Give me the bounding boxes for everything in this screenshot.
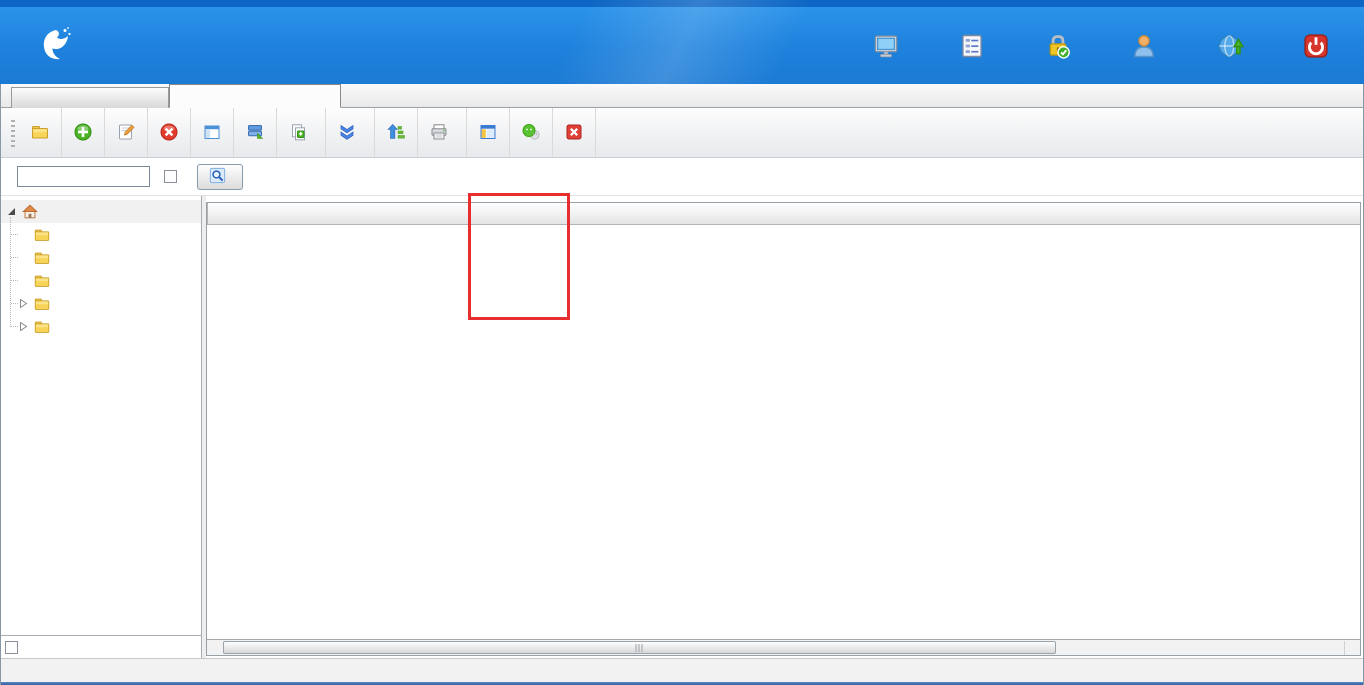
batch-icon (245, 122, 265, 142)
tree-node-4[interactable] (1, 315, 201, 338)
app-header (0, 0, 1364, 84)
toolbar-button-body (30, 122, 50, 144)
toolbar-button-print[interactable] (418, 108, 467, 157)
brand-logo-icon (34, 23, 78, 67)
toolbar-grip[interactable] (11, 120, 15, 147)
import-export-icon (288, 122, 308, 142)
toolbar-button-close-window[interactable] (553, 108, 596, 157)
scroll-right-button[interactable] (1344, 641, 1360, 655)
tree-node-1[interactable] (1, 246, 201, 269)
close-window-icon (564, 122, 584, 142)
org-folder-icon (30, 122, 50, 142)
main-area (1, 196, 1363, 658)
tree-node-2[interactable] (1, 269, 201, 292)
documents-icon (958, 32, 986, 60)
toolbar-button-body (478, 122, 498, 144)
toolbar-button-body (564, 122, 584, 144)
tab-1[interactable] (169, 84, 341, 108)
header-action-documents[interactable] (940, 32, 1004, 63)
toolbar-button-sort[interactable] (375, 108, 418, 157)
toolbar-button-body (429, 122, 449, 144)
folder-icon (31, 272, 49, 290)
brand (34, 23, 104, 67)
tree-children (1, 223, 201, 338)
switch-user-icon (1130, 32, 1158, 60)
grid-header-row (207, 203, 1360, 225)
toolbar-button-wechat[interactable] (510, 108, 553, 157)
toolbar-button-body (116, 122, 136, 144)
header-action-user-center[interactable] (1198, 32, 1262, 63)
folder-icon (31, 295, 49, 313)
show-resigned-checkbox[interactable] (164, 170, 181, 183)
toolbar-button-body (386, 122, 406, 144)
tree-expander-closed-icon[interactable] (17, 299, 29, 308)
password-icon (1044, 32, 1072, 60)
tree-footer (1, 635, 201, 658)
toolbar (1, 108, 1363, 158)
folder-icon (31, 226, 49, 244)
org-tree (1, 196, 201, 635)
tree-node-3[interactable] (1, 292, 201, 315)
header-quick-actions (854, 32, 1348, 63)
print-icon (429, 122, 449, 142)
folder-icon (31, 249, 49, 267)
checkbox-icon[interactable] (164, 170, 177, 183)
app-window (0, 0, 1364, 685)
toolbar-button-body (202, 122, 222, 144)
search-icon (209, 167, 226, 187)
header-action-password[interactable] (1026, 32, 1090, 63)
tab-0[interactable] (11, 87, 169, 108)
toolbar-button-bind-card[interactable] (326, 108, 375, 157)
toolbar-button-body (73, 122, 93, 144)
toolbar-button-details[interactable] (191, 108, 234, 157)
delete-icon (159, 122, 179, 142)
toolbar-button-delete[interactable] (148, 108, 191, 157)
workbench-icon (872, 32, 900, 60)
edit-icon (116, 122, 136, 142)
tree-node-root[interactable] (1, 200, 201, 223)
bind-card-icon (337, 122, 357, 142)
header-action-workbench[interactable] (854, 32, 918, 63)
toolbar-button-body (245, 122, 265, 144)
search-input[interactable] (17, 166, 150, 187)
tree-expander-open-icon[interactable] (5, 207, 17, 216)
header-action-switch-user[interactable] (1112, 32, 1176, 63)
ui-design-icon (478, 122, 498, 142)
toolbar-button-org-folder[interactable] (19, 108, 62, 157)
query-button[interactable] (197, 164, 243, 190)
include-sub-checkbox[interactable] (5, 641, 18, 654)
toolbar-button-body (159, 122, 179, 144)
header-action-exit[interactable] (1284, 32, 1348, 63)
scroll-left-button[interactable] (207, 640, 223, 655)
tree-expander-closed-icon[interactable] (17, 322, 29, 331)
folder-icon (31, 318, 49, 336)
row-indicator-header (207, 203, 208, 224)
search-row (1, 158, 1363, 196)
toolbar-button-ui-design[interactable] (467, 108, 510, 157)
exit-icon (1302, 32, 1330, 60)
tree-node-0[interactable] (1, 223, 201, 246)
user-center-icon (1216, 32, 1244, 60)
employee-grid (206, 202, 1361, 656)
scrollbar-thumb[interactable] (223, 641, 1056, 654)
details-icon (202, 122, 222, 142)
tab-strip (1, 84, 1363, 108)
table-area (206, 196, 1363, 658)
toolbar-button-body (337, 122, 357, 144)
toolbar-button-add[interactable] (62, 108, 105, 157)
sort-icon (386, 122, 406, 142)
home-icon (19, 203, 37, 221)
toolbar-button-import-export[interactable] (277, 108, 326, 157)
toolbar-button-body (521, 122, 541, 144)
wechat-icon (521, 122, 541, 142)
status-bar (1, 658, 1363, 685)
toolbar-button-body (288, 122, 308, 144)
add-icon (73, 122, 93, 142)
horizontal-scrollbar[interactable] (207, 639, 1360, 655)
toolbar-button-edit[interactable] (105, 108, 148, 157)
window-chrome (0, 84, 1364, 685)
org-tree-panel (1, 196, 202, 658)
toolbar-button-batch[interactable] (234, 108, 277, 157)
